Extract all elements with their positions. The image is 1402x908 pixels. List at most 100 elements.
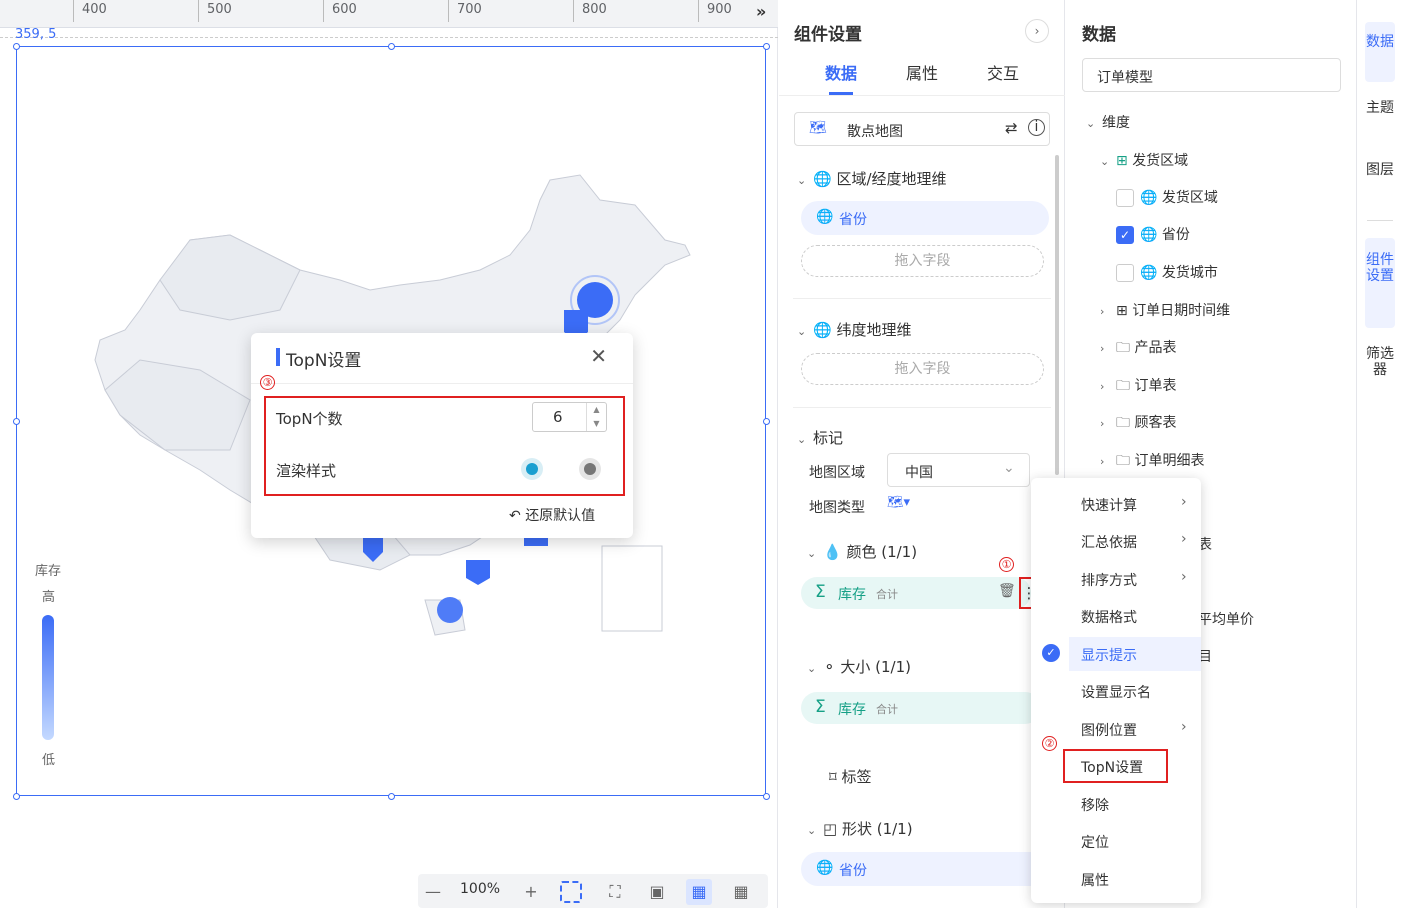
dialog-title: TopN设置 [286, 351, 362, 371]
tree-label: 省份 [1161, 227, 1190, 243]
zoom-level[interactable]: 100% [460, 881, 500, 897]
menu-topn[interactable]: TopN设置 [1081, 757, 1143, 777]
checkbox-checked[interactable]: ✓ [1116, 226, 1134, 244]
tree-label: 订单表 [1134, 378, 1177, 394]
restore-default-button[interactable]: ↶ 还原默认值 [509, 505, 595, 525]
map-area-select[interactable]: 中国 ⌄ [887, 453, 1030, 487]
render-style-radio-1[interactable] [521, 458, 543, 480]
chevron-down-icon[interactable]: ⌄ [1086, 117, 1102, 130]
hierarchy-icon: ⊞ [1116, 153, 1128, 169]
stepper-value[interactable]: 6 [553, 408, 563, 426]
info-icon[interactable]: i [1028, 119, 1045, 136]
menu-display-name[interactable]: 设置显示名 [1081, 682, 1151, 702]
menu-locate[interactable]: 定位 [1081, 832, 1109, 852]
chevron-down-icon[interactable]: ⌄ [807, 547, 823, 560]
shape-field[interactable]: 🌐 省份 [801, 852, 1049, 886]
undo-icon: ↶ [509, 508, 521, 524]
chevron-down-icon[interactable]: ⌄ [797, 433, 813, 446]
map-area-value: 中国 [905, 465, 933, 481]
rail-data[interactable]: 数据 [1365, 22, 1395, 82]
scatter-map-icon: 🗺 [809, 120, 827, 136]
trash-icon[interactable]: 🗑 [998, 583, 1016, 599]
panel-layout-icon[interactable]: ▦ [686, 879, 712, 905]
data-point[interactable] [437, 597, 463, 623]
rail-theme[interactable]: 主题 [1365, 100, 1395, 140]
fit-screen-icon[interactable]: ⛶ [602, 879, 628, 905]
menu-properties[interactable]: 属性 [1081, 870, 1109, 890]
chevron-down-icon[interactable]: ⌄ [797, 174, 813, 187]
resize-handle[interactable] [13, 793, 20, 800]
double-chevron-right-icon[interactable]: » [756, 2, 766, 21]
menu-show-tooltip[interactable]: 显示提示 [1081, 645, 1137, 665]
rail-layers[interactable]: 图层 [1365, 162, 1395, 202]
size-field-pill[interactable]: Σ 库存 合计 [801, 692, 1041, 724]
resize-handle[interactable] [763, 43, 770, 50]
menu-remove[interactable]: 移除 [1081, 795, 1109, 815]
chevron-right-icon: › [1181, 531, 1187, 547]
resize-handle[interactable] [13, 418, 20, 425]
chevron-down-icon[interactable]: ⌄ [807, 662, 823, 675]
tree-item[interactable]: ⌄ ⊞ 发货区域 [1100, 150, 1188, 170]
geo-region-field[interactable]: 🌐 省份 [801, 201, 1049, 235]
ruler-guide [0, 28, 778, 38]
agg-label: 合计 [876, 703, 898, 716]
section-color: 颜色 (1/1) [846, 543, 918, 561]
tab-properties[interactable]: 属性 [906, 60, 938, 84]
tree-item[interactable]: ✓ 🌐 省份 [1116, 224, 1190, 244]
tree-item[interactable]: 🌐 发货城市 [1116, 262, 1218, 282]
resize-handle[interactable] [763, 793, 770, 800]
resize-handle[interactable] [388, 793, 395, 800]
chevron-right-icon[interactable]: › [1025, 19, 1049, 43]
scrollbar[interactable] [1055, 155, 1059, 475]
map-type-icon[interactable]: 🗺▾ [887, 495, 910, 510]
data-point-pin[interactable] [466, 560, 490, 585]
tree-item[interactable]: › 🗀 产品表 [1100, 337, 1176, 361]
model-select[interactable]: 订单模型 [1082, 58, 1341, 92]
color-drop-icon: 💧 [823, 543, 842, 561]
swap-icon[interactable]: ⇄ [1005, 119, 1018, 137]
menu-legend-position[interactable]: 图例位置 [1081, 720, 1137, 740]
chevron-down-icon[interactable]: ⌄ [797, 325, 813, 338]
resize-handle[interactable] [388, 43, 395, 50]
color-field-pill[interactable]: Σ 库存 合计 🗑 [801, 577, 1031, 609]
sum-icon: Σ [815, 697, 826, 717]
grid-icon[interactable]: ▦ [728, 879, 754, 905]
menu-data-format[interactable]: 数据格式 [1081, 607, 1137, 627]
resize-handle[interactable] [763, 418, 770, 425]
rail-component-settings[interactable]: 组件设置 [1365, 238, 1395, 328]
ruler-tick: 900 [707, 2, 732, 17]
tree-item[interactable]: › 🗀 订单明细表 [1100, 450, 1204, 474]
topn-count-stepper[interactable]: 6 ▲ ▼ [532, 402, 607, 432]
tree-item[interactable]: › 🗀 订单表 [1100, 375, 1176, 399]
tree-label: 发货城市 [1161, 265, 1218, 281]
checkbox[interactable] [1116, 264, 1134, 282]
resize-handle[interactable] [13, 43, 20, 50]
stepper-arrows[interactable]: ▲ ▼ [586, 403, 606, 431]
tree-label: 订单明细表 [1134, 453, 1205, 469]
chevron-down-icon[interactable]: ⌄ [807, 824, 823, 837]
zoom-in-button[interactable]: + [518, 879, 544, 905]
layout-icon[interactable]: ▣ [644, 879, 670, 905]
tree-item[interactable]: 🌐 发货区域 [1116, 187, 1218, 207]
topn-dialog: TopN设置 ✕ ③ TopN个数 6 ▲ ▼ 渲染样式 ↶ 还原默认值 [251, 333, 633, 538]
drop-zone[interactable]: 拖入字段 [801, 245, 1044, 277]
field-label: 省份 [839, 863, 867, 879]
drop-zone[interactable]: 拖入字段 [801, 353, 1044, 385]
rail-filters[interactable]: 筛选器 [1365, 346, 1395, 396]
tree-item-partial[interactable]: 平均单价 [1198, 609, 1254, 629]
menu-sort[interactable]: 排序方式 [1081, 570, 1137, 590]
folder-icon: 🗀 [1116, 340, 1130, 356]
tab-interaction[interactable]: 交互 [987, 60, 1019, 84]
tab-data[interactable]: 数据 [825, 60, 857, 84]
menu-aggregate[interactable]: 汇总依据 [1081, 532, 1137, 552]
checkbox[interactable] [1116, 189, 1134, 207]
chart-type-select[interactable]: 🗺 散点地图 ⇄ i [794, 112, 1050, 146]
tree-label: 产品表 [1134, 340, 1177, 356]
render-style-radio-2[interactable] [579, 458, 601, 480]
zoom-out-button[interactable]: — [420, 879, 446, 905]
menu-quick-calc[interactable]: 快速计算 [1081, 495, 1137, 515]
fit-selection-icon[interactable] [560, 881, 582, 903]
tree-item[interactable]: › ⊞ 订单日期时间维 [1100, 300, 1230, 320]
close-icon[interactable]: ✕ [590, 344, 607, 368]
tree-item[interactable]: › 🗀 顾客表 [1100, 412, 1176, 436]
